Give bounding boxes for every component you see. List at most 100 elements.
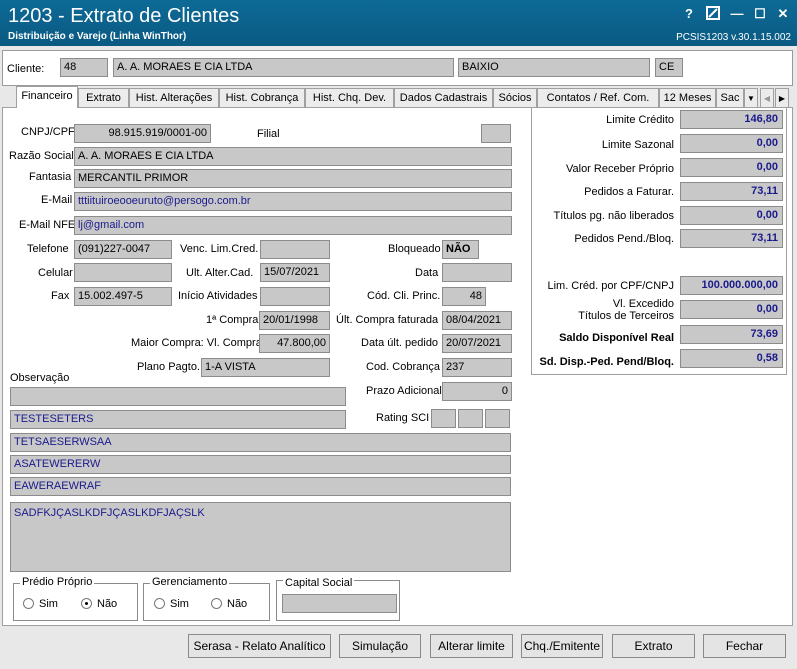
vl-excedido-label-2: Títulos de Terceiros: [578, 310, 674, 322]
cod-cli-field: 48: [442, 287, 486, 306]
predio-nao-label: Não: [97, 598, 118, 610]
observacao-field-1: [10, 387, 346, 406]
simulacao-button[interactable]: Simulação: [339, 634, 421, 658]
client-district-field: BAIXIO: [458, 58, 650, 77]
venc-label: Venc. Lim.Cred.: [180, 243, 259, 255]
tab-hist-chq-dev[interactable]: Hist. Chq. Dev.: [305, 88, 394, 108]
observacao-field-3: TETSAESERWSAA: [10, 433, 511, 452]
fantasia-label: Fantasia: [29, 171, 72, 183]
maior-compra-field: 47.800,00: [259, 334, 330, 353]
sd-disp-field: 0,58: [680, 349, 783, 368]
tab-strip: Financeiro Extrato Hist. Alterações Hist…: [2, 86, 793, 108]
vl-excedido-label-1: Vl. Excedido: [612, 298, 674, 310]
rating-field-1: [431, 409, 456, 428]
fantasia-field: MERCANTIL PRIMOR: [74, 169, 512, 188]
tab-extrato[interactable]: Extrato: [78, 88, 129, 108]
data-label: Data: [415, 267, 439, 279]
sd-disp-label: Sd. Disp.-Ped. Pend/Bloq.: [539, 356, 674, 368]
rating-field-3: [485, 409, 510, 428]
pedidos-pend-label: Pedidos Pend./Bloq.: [574, 233, 674, 245]
primeira-compra-field: 20/01/1998: [259, 311, 330, 330]
bloqueado-label: Bloqueado: [388, 243, 441, 255]
serasa-button[interactable]: Serasa - Relato Analítico: [188, 634, 331, 658]
inicio-label: Início Atividades: [178, 290, 258, 302]
valor-receber-field: 0,00: [680, 158, 783, 177]
client-label: Cliente:: [7, 63, 45, 75]
limite-credito-field: 146,80: [680, 110, 783, 129]
tab-scroll-right-icon[interactable]: ▶: [775, 88, 789, 108]
tab-financeiro[interactable]: Financeiro: [16, 86, 78, 108]
limite-sazonal-label: Limite Sazonal: [601, 139, 674, 151]
saldo-field: 73,69: [680, 325, 783, 344]
lim-cpf-label: Lim. Créd. por CPF/CNPJ: [547, 280, 674, 292]
telefone-label: Telefone: [27, 243, 69, 255]
limite-credito-label: Limite Crédito: [606, 114, 674, 126]
celular-label: Celular: [38, 267, 73, 279]
client-state-field: CE: [655, 58, 683, 77]
cod-cli-label: Cód. Cli. Princ.: [367, 290, 441, 302]
lim-cpf-field: 100.000.000,00: [680, 276, 783, 295]
observacao-field-5: EAWERAEWRAF: [10, 477, 511, 496]
tab-scroll-left-icon[interactable]: ◀: [760, 88, 774, 108]
inicio-field: [260, 287, 330, 306]
data-ult-pedido-label: Data últ. pedido: [361, 337, 439, 349]
minimize-icon[interactable]: —: [729, 6, 745, 22]
rating-field-2: [458, 409, 483, 428]
prazo-label: Prazo Adicional: [366, 385, 442, 397]
observacao-memo: SADFKJÇASLKDFJÇASLKDFJAÇSLK: [10, 502, 511, 572]
tab-socios[interactable]: Sócios: [493, 88, 537, 108]
tab-dados-cadastrais[interactable]: Dados Cadastrais: [394, 88, 493, 108]
predio-sim-radio[interactable]: [23, 598, 34, 609]
help-icon[interactable]: ?: [681, 6, 697, 22]
pedidos-pend-field: 73,11: [680, 229, 783, 248]
close-icon[interactable]: ✕: [775, 6, 791, 22]
cnpj-label: CNPJ/CPF: [21, 126, 75, 138]
primeira-compra-label: 1ª Compra: [206, 314, 259, 326]
rating-label: Rating SCI: [376, 412, 430, 424]
chq-emitente-button[interactable]: Chq./Emitente: [521, 634, 603, 658]
gerenciamento-sim-label: Sim: [170, 598, 189, 610]
capital-social-field: [282, 594, 397, 613]
cnpj-field: 98.915.919/0001-00: [74, 124, 211, 143]
valor-receber-label: Valor Receber Próprio: [565, 163, 674, 175]
tab-hist-alteracoes[interactable]: Hist. Alterações: [129, 88, 219, 108]
predio-nao-radio[interactable]: [81, 598, 92, 609]
extrato-button[interactable]: Extrato: [612, 634, 695, 658]
tab-dropdown-icon[interactable]: ▼: [744, 88, 758, 108]
cod-cobranca-field: 237: [442, 358, 512, 377]
gerenciamento-sim-radio[interactable]: [154, 598, 165, 609]
gerenciamento-nao-label: Não: [227, 598, 248, 610]
plano-label: Plano Pagto.: [137, 361, 200, 373]
tab-12-meses[interactable]: 12 Meses: [659, 88, 716, 108]
edit-icon[interactable]: [705, 6, 721, 22]
client-name-field: A. A. MORAES E CIA LTDA: [113, 58, 454, 77]
window-title: 1203 - Extrato de Clientes: [8, 5, 240, 27]
gerenciamento-nao-radio[interactable]: [211, 598, 222, 609]
plano-field: 1-A VISTA: [201, 358, 330, 377]
observacao-label: Observação: [10, 372, 70, 384]
email-label: E-Mail: [41, 194, 73, 206]
alterar-limite-button[interactable]: Alterar limite: [430, 634, 513, 658]
maximize-icon[interactable]: ☐: [752, 6, 768, 22]
fax-label: Fax: [51, 290, 70, 302]
saldo-label: Saldo Disponível Real: [559, 332, 674, 344]
tab-sac[interactable]: Sac: [716, 88, 744, 108]
razao-field: A. A. MORAES E CIA LTDA: [74, 147, 512, 166]
fechar-button[interactable]: Fechar: [703, 634, 786, 658]
ult-compra-field: 08/04/2021: [442, 311, 512, 330]
predio-sim-label: Sim: [39, 598, 58, 610]
filial-label: Filial: [257, 128, 280, 140]
prazo-field: 0: [442, 382, 512, 401]
gerenciamento-title: Gerenciamento: [150, 576, 230, 588]
ult-alter-field: 15/07/2021: [260, 263, 330, 282]
filial-field: [481, 124, 511, 143]
celular-field: [74, 263, 172, 282]
client-bar: Cliente: 48 A. A. MORAES E CIA LTDA BAIX…: [2, 50, 793, 86]
tab-contatos[interactable]: Contatos / Ref. Com.: [537, 88, 659, 108]
data-ult-pedido-field: 20/07/2021: [442, 334, 512, 353]
bloqueado-field: NÃO: [442, 240, 479, 259]
client-code-field[interactable]: 48: [60, 58, 108, 77]
vl-excedido-field: 0,00: [680, 300, 783, 319]
email-nfe-field: lj@gmail.com: [74, 216, 512, 235]
tab-hist-cobranca[interactable]: Hist. Cobrança: [219, 88, 305, 108]
